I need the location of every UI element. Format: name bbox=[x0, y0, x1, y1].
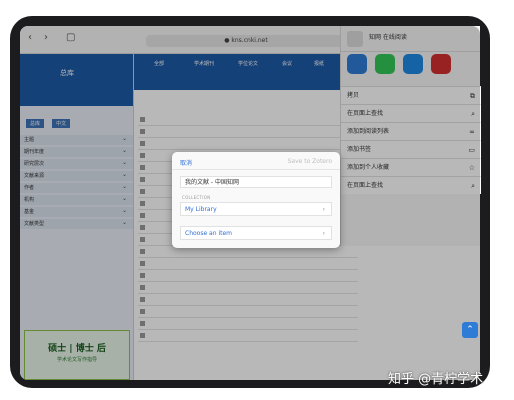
scroll-top-button[interactable]: ⌃ bbox=[462, 322, 478, 338]
chevron-right-icon: › bbox=[322, 206, 325, 213]
collection-select[interactable]: My Library › bbox=[180, 202, 332, 216]
collection-value: My Library bbox=[185, 206, 217, 213]
save-button[interactable]: Save to Zotero bbox=[288, 158, 332, 165]
watermark: 知乎 @青柠学术 bbox=[388, 372, 484, 387]
dialog-header: 取消 Save to Zotero bbox=[172, 152, 340, 170]
zotero-dialog: 取消 Save to Zotero 我的文献 - 中国知网 COLLECTION… bbox=[172, 152, 340, 248]
cancel-button[interactable]: 取消 bbox=[180, 158, 192, 167]
item-select[interactable]: Choose an item › bbox=[180, 226, 332, 240]
title-field[interactable]: 我的文献 - 中国知网 bbox=[180, 176, 332, 188]
item-value: Choose an item bbox=[185, 230, 233, 237]
collection-label: COLLECTION bbox=[182, 195, 211, 200]
chevron-right-icon: › bbox=[322, 230, 325, 237]
